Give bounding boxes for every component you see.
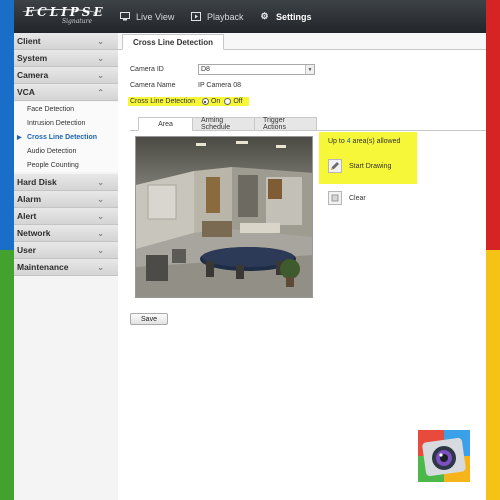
sidebar-group-vca[interactable]: VCA ⌃: [14, 84, 118, 101]
clear-button[interactable]: Clear: [328, 191, 366, 205]
camera-video-preview[interactable]: [135, 136, 313, 298]
subtab-bar: Area Arming Schedule Trigger Actions: [130, 117, 486, 131]
chevron-down-icon: ⌄: [97, 53, 104, 63]
logo-text: ECLIPSE: [25, 5, 106, 19]
active-arrow-icon: ▶: [17, 134, 22, 141]
cld-toggle-group: On Off: [197, 97, 249, 106]
sidebar-item-face-detection[interactable]: Face Detection: [14, 102, 118, 116]
nav-settings[interactable]: ⚙ Settings: [259, 9, 312, 24]
cld-off-radio[interactable]: [224, 98, 232, 105]
cross-line-detection-label: Cross Line Detection: [128, 97, 198, 106]
sidebar-group-hard-disk[interactable]: Hard Disk ⌄: [14, 174, 118, 191]
camera-name-label: Camera Name: [130, 82, 176, 89]
frame-bar-blue: [0, 0, 14, 250]
tab-trigger-actions[interactable]: Trigger Actions: [254, 117, 317, 131]
cld-off-label: Off: [233, 98, 243, 105]
sidebar-item-label: Intrusion Detection: [27, 119, 86, 127]
sidebar-group-network[interactable]: Network ⌄: [14, 225, 118, 242]
allowed-prefix: Up to: [328, 138, 345, 145]
logo-subtext: Signature: [62, 18, 93, 25]
tab-area[interactable]: Area: [138, 117, 193, 131]
sidebar-group-alarm[interactable]: Alarm ⌄: [14, 191, 118, 208]
clear-label: Clear: [349, 194, 366, 202]
eraser-icon: [328, 191, 342, 205]
sidebar-item-people-counting[interactable]: People Counting: [14, 158, 118, 172]
sidebar-item-audio-detection[interactable]: Audio Detection: [14, 144, 118, 158]
sidebar-item-label: People Counting: [27, 161, 79, 169]
sidebar-item-cross-line-detection[interactable]: ▶ Cross Line Detection: [14, 130, 118, 144]
page-tabstrip: Cross Line Detection: [118, 33, 486, 50]
sidebar-group-label: Alert: [17, 211, 37, 221]
nav-live-view-label: Live View: [136, 11, 175, 22]
settings-sidebar: Client ⌄ System ⌄ Camera ⌄ VCA ⌃ Face Detect…: [14, 33, 118, 500]
camera-name-row: Camera Name IP Camera 08: [130, 79, 241, 92]
frame-bar-green: [0, 250, 14, 500]
sidebar-group-label: Hard Disk: [17, 177, 57, 187]
save-button[interactable]: Save: [130, 313, 168, 325]
start-drawing-label: Start Drawing: [349, 162, 392, 170]
camera-id-select[interactable]: D8 ▼: [198, 64, 315, 75]
cld-on-label: On: [210, 98, 221, 105]
sidebar-group-label: Client: [17, 36, 41, 46]
sidebar-group-label: VCA: [17, 87, 35, 97]
chevron-down-icon: ⌄: [97, 228, 104, 238]
sidebar-group-user[interactable]: User ⌄: [14, 242, 118, 259]
chevron-down-icon: ⌄: [97, 245, 104, 255]
sidebar-item-label: Face Detection: [27, 105, 75, 113]
camera-id-row: Camera ID D8 ▼: [130, 63, 315, 76]
chevron-down-icon: ⌄: [97, 177, 104, 187]
sidebar-group-label: Maintenance: [17, 262, 69, 272]
sidebar-group-alert[interactable]: Alert ⌄: [14, 208, 118, 225]
office-scene-image: [136, 137, 312, 297]
nav-live-view[interactable]: Live View: [119, 9, 174, 24]
sidebar-item-intrusion-detection[interactable]: Intrusion Detection: [14, 116, 118, 130]
sidebar-group-camera[interactable]: Camera ⌄: [14, 67, 118, 84]
sidebar-item-label: Cross Line Detection: [27, 133, 98, 141]
sidebar-group-label: Camera: [17, 70, 49, 80]
sidebar-group-maintenance[interactable]: Maintenance ⌄: [14, 259, 118, 276]
chevron-up-icon: ⌃: [97, 87, 104, 97]
camera-name-value: IP Camera 08: [198, 82, 242, 89]
sidebar-group-client[interactable]: Client ⌄: [14, 33, 118, 50]
dropdown-arrow-icon: ▼: [305, 65, 314, 74]
start-drawing-button[interactable]: Start Drawing: [328, 159, 391, 173]
sidebar-group-system[interactable]: System ⌄: [14, 50, 118, 67]
chevron-down-icon: ⌄: [97, 262, 104, 272]
playback-icon: [190, 12, 201, 22]
areas-allowed-text: Up to 4 area(s) allowed: [326, 137, 402, 146]
gear-icon: ⚙: [260, 11, 269, 21]
pencil-icon: [328, 159, 342, 173]
allowed-count: 4: [346, 138, 351, 145]
screen: ECLIPSE Signature Live View Playback ⚙ S…: [0, 0, 500, 500]
chevron-down-icon: ⌄: [97, 211, 104, 221]
nav-playback[interactable]: Playback: [190, 9, 244, 24]
camera-app-badge-icon: [418, 430, 470, 482]
chevron-down-icon: ⌄: [97, 194, 104, 204]
chevron-down-icon: ⌄: [97, 36, 104, 46]
camera-id-value: D8: [201, 66, 210, 73]
top-navigation: ECLIPSE Signature Live View Playback ⚙ S…: [14, 0, 486, 33]
sidebar-group-label: System: [17, 53, 48, 63]
frame-bar-yellow: [486, 250, 500, 500]
monitor-icon: [119, 12, 130, 22]
eclipse-logo: ECLIPSE Signature: [20, 5, 103, 25]
sidebar-item-label: Audio Detection: [27, 147, 77, 155]
vca-submenu: Face Detection Intrusion Detection ▶ Cros…: [14, 101, 118, 174]
camera-id-label: Camera ID: [130, 66, 164, 73]
sidebar-group-label: Network: [17, 228, 51, 238]
chevron-down-icon: ⌄: [97, 70, 104, 80]
allowed-suffix: area(s) allowed: [352, 138, 401, 145]
sidebar-group-label: User: [17, 245, 36, 255]
frame-bar-red: [486, 0, 500, 250]
sidebar-group-label: Alarm: [17, 194, 42, 204]
cld-on-radio[interactable]: [201, 98, 209, 105]
nav-settings-label: Settings: [276, 11, 312, 22]
nav-playback-label: Playback: [207, 11, 244, 22]
cross-line-detection-row: Cross Line Detection On Off: [128, 95, 249, 108]
tab-cross-line-detection[interactable]: Cross Line Detection: [122, 34, 225, 50]
tab-arming-schedule[interactable]: Arming Schedule: [192, 117, 255, 131]
